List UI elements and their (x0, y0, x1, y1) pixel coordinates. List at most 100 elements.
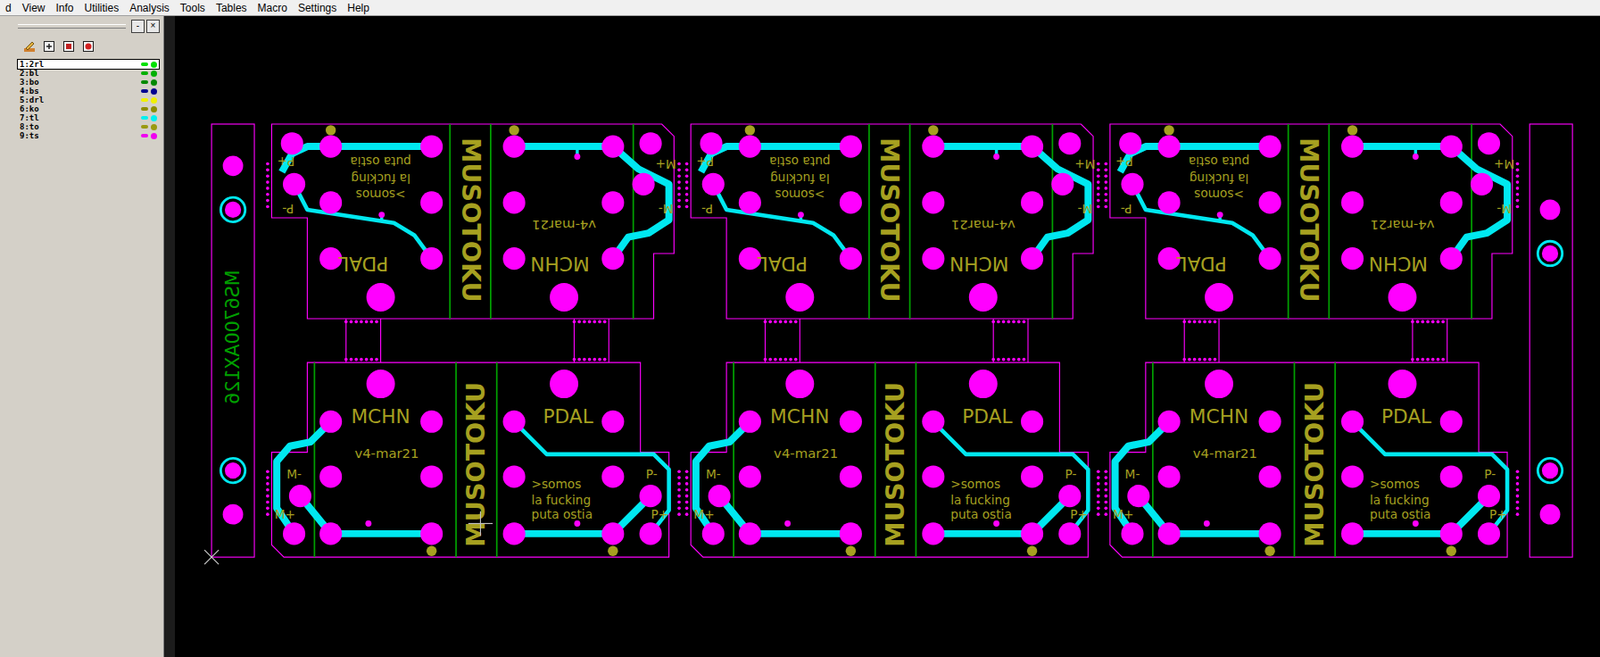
layer-color-dash[interactable] (140, 116, 149, 120)
pad (738, 410, 762, 433)
machine-label: MCHN (350, 405, 410, 428)
gerber-canvas[interactable]: MS6700AX126 MUSOTOKUPDALMCHNv4-mar21>somo… (174, 16, 1600, 657)
pad (503, 135, 526, 158)
tool-button[interactable] (41, 38, 58, 55)
menu-item[interactable]: Tables (210, 0, 253, 16)
layer-row[interactable]: 2:bl (17, 68, 159, 78)
pad (708, 484, 731, 507)
splitter[interactable] (163, 16, 175, 657)
pad (639, 522, 663, 545)
app-window: dViewInfoUtilitiesAnalysisToolsTablesMac… (0, 0, 1600, 657)
pad (420, 190, 443, 214)
layer-color-dash[interactable] (140, 98, 149, 102)
menu-item[interactable]: d (0, 0, 17, 16)
layer-color-dot[interactable] (150, 97, 158, 104)
layer-color-dash[interactable] (140, 62, 149, 67)
panel-button[interactable]: - (131, 19, 145, 34)
pad (319, 410, 342, 433)
pad (1440, 135, 1463, 158)
slogan-line: la fucking (1369, 492, 1430, 507)
layer-row[interactable]: 7:tl (17, 113, 159, 123)
edit-icon (23, 40, 36, 53)
origin-marker (204, 549, 219, 564)
layer-color-dot[interactable] (150, 61, 158, 68)
menu-item[interactable]: Utilities (79, 0, 125, 16)
machine-label: MCHN (1368, 252, 1428, 275)
pad (1158, 410, 1181, 433)
layer-row[interactable]: 3:bo (17, 77, 159, 87)
menu-item[interactable]: View (16, 0, 51, 16)
machine-label: MCHN (770, 405, 830, 428)
pad (1440, 464, 1463, 488)
rail-label: MS6700AX126 (222, 269, 244, 404)
pad (1477, 484, 1501, 507)
pad (319, 135, 342, 158)
layer-name: 6:ko (19, 104, 42, 114)
board-column: MUSOTOKUPDALMCHNv4-mar21>somosla fucking… (685, 124, 1101, 557)
pad (738, 464, 762, 488)
layer-color-dot[interactable] (150, 88, 158, 95)
layer-color-dash[interactable] (140, 133, 149, 138)
pad-label: M- (286, 466, 302, 481)
tool-button[interactable] (21, 38, 38, 55)
pad (1341, 410, 1364, 433)
brand-label: MUSOTOKU (461, 381, 491, 548)
layer-color-dot[interactable] (150, 106, 158, 113)
slogan-line: la fucking (350, 170, 411, 185)
pad (1440, 522, 1463, 545)
menu-item[interactable]: Settings (292, 0, 342, 16)
pcb-panel-drawing[interactable]: MS6700AX126 MUSOTOKUPDALMCHNv4-mar21>somo… (174, 16, 1600, 657)
pad (1341, 190, 1364, 214)
right-rail (1529, 124, 1573, 557)
menu-item[interactable]: Help (341, 0, 375, 16)
tool-button[interactable] (80, 38, 97, 55)
left-rail: MS6700AX126 (211, 124, 255, 557)
layer-row[interactable]: 4:bs (17, 86, 159, 96)
layer-color-dot[interactable] (150, 70, 158, 77)
pad (503, 410, 526, 433)
menu-item[interactable]: Info (49, 0, 79, 16)
machine-label: MCHN (1189, 405, 1249, 428)
pedal-label: PDAL (1381, 405, 1432, 428)
version-label: v4-mar21 (354, 445, 419, 461)
panel-grip[interactable] (17, 24, 126, 29)
pad (503, 247, 526, 270)
pad (366, 369, 396, 398)
pad-label: M+ (655, 157, 677, 172)
pad (1341, 522, 1364, 545)
layer-color-dot[interactable] (150, 124, 158, 131)
layer-row[interactable]: 5:drl (17, 95, 159, 105)
delete-layer-icon (82, 40, 95, 53)
layer-color-dash[interactable] (140, 80, 149, 84)
menu-item[interactable]: Analysis (124, 0, 175, 16)
panel-header: -× (17, 19, 160, 34)
pad (839, 522, 863, 545)
menu-item[interactable]: Macro (252, 0, 293, 16)
pad (223, 504, 244, 525)
layer-row[interactable]: 8:to (17, 122, 159, 132)
workspace: -× 1:2rl2:bl3:bo4:bs5:drl6:ko7:tl8:to9:ts… (0, 16, 1600, 657)
layer-row[interactable]: 6:ko (17, 104, 159, 114)
pad (785, 369, 814, 398)
tool-button[interactable] (60, 38, 77, 55)
layer-color-dash[interactable] (140, 124, 149, 129)
layer-color-dot[interactable] (150, 115, 158, 122)
pad (1020, 522, 1044, 545)
pad (1388, 282, 1418, 312)
layer-color-dot[interactable] (150, 79, 158, 86)
panel-button[interactable]: × (146, 19, 160, 34)
layer-color-dot[interactable] (150, 132, 158, 140)
pad (503, 522, 526, 545)
layer-color-dash[interactable] (140, 107, 149, 111)
layer-row[interactable]: 1:2rl (17, 59, 159, 69)
layer-color-dash[interactable] (140, 89, 149, 93)
slogan-line: puta ostia (349, 154, 412, 169)
board-bottom: MUSOTOKUMCHNPDALv4-mar21>somosla fucking… (271, 362, 669, 557)
brand-label: MUSOTOKU (874, 137, 904, 303)
layer-colors (140, 61, 158, 68)
layer-name: 4:bs (19, 86, 42, 96)
pad (601, 410, 624, 433)
menu-item[interactable]: Tools (174, 0, 211, 16)
layer-row[interactable]: 9:ts (17, 131, 159, 141)
layer-color-dash[interactable] (140, 71, 149, 75)
